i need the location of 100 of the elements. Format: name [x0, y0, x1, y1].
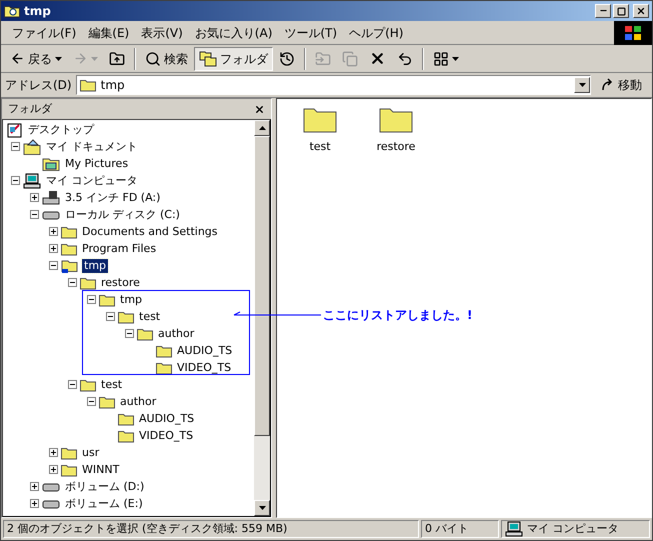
file-label[interactable]: test	[309, 139, 331, 156]
close-icon	[636, 6, 646, 16]
expand-toggle[interactable]	[49, 448, 58, 457]
folder-icon	[61, 462, 77, 476]
caret-icon[interactable]	[452, 56, 459, 60]
tree-item[interactable]: ボリューム (E:)	[63, 496, 145, 510]
tree-item[interactable]: tmp	[118, 292, 144, 306]
collapse-toggle[interactable]	[30, 210, 39, 219]
tree-item[interactable]: AUDIO_TS	[175, 344, 234, 358]
folder-icon	[156, 360, 172, 374]
tree-item[interactable]: test	[99, 378, 124, 392]
scrollbar[interactable]	[254, 120, 270, 516]
tree-item[interactable]: My Pictures	[63, 156, 130, 170]
go-button[interactable]: 移動	[595, 74, 648, 96]
forward-arrow-icon	[73, 51, 88, 66]
disk-drive-icon	[42, 208, 60, 220]
folder-icon	[118, 310, 134, 324]
toolbar-button[interactable]: 検索	[140, 46, 193, 70]
tree-item[interactable]: restore	[99, 276, 142, 290]
collapse-toggle[interactable]	[87, 295, 96, 304]
collapse-toggle[interactable]	[49, 261, 58, 270]
tree-item[interactable]: AUDIO_TS	[137, 412, 196, 426]
folder-icon	[156, 344, 172, 358]
close-button[interactable]	[633, 4, 649, 18]
toolbar-button[interactable]: フォルダ	[194, 46, 273, 70]
status-message: 2 個のオブジェクトを選択 (空きディスク領域: 559 MB)	[3, 520, 419, 538]
go-arrow-icon	[601, 78, 615, 92]
folder-icon	[99, 394, 115, 408]
folder-icon	[61, 446, 77, 460]
open-folder-icon	[61, 258, 79, 274]
tree-item[interactable]: マイ コンピュータ	[44, 174, 140, 188]
collapse-toggle[interactable]	[68, 278, 77, 287]
folder-search-icon	[4, 4, 20, 18]
folder-icon	[80, 78, 96, 92]
tree-item[interactable]: WINNT	[80, 462, 122, 476]
expand-toggle[interactable]	[30, 482, 39, 491]
tree-item[interactable]: test	[137, 310, 162, 324]
expand-toggle[interactable]	[49, 227, 58, 236]
floppy-drive-icon	[42, 190, 60, 206]
documents-folder-icon	[23, 138, 41, 154]
expand-toggle[interactable]	[49, 244, 58, 253]
copy-to-icon	[342, 50, 358, 66]
folder-icon	[80, 276, 96, 290]
menu-item[interactable]: お気に入り(A)	[190, 24, 278, 42]
folder-icon	[61, 224, 77, 238]
scroll-up-icon	[258, 126, 266, 130]
menu-item[interactable]: 編集(E)	[83, 24, 134, 42]
tree-item[interactable]: author	[156, 326, 196, 340]
tree-item[interactable]: ボリューム (D:)	[63, 480, 146, 494]
expand-toggle[interactable]	[30, 499, 39, 508]
tree-item[interactable]: VIDEO_TS	[137, 428, 196, 442]
dropdown-button[interactable]	[574, 77, 590, 93]
collapse-toggle[interactable]	[106, 312, 115, 321]
maximize-button[interactable]	[613, 4, 629, 18]
delete-icon	[369, 50, 386, 67]
minimize-button[interactable]	[595, 4, 611, 18]
caret-icon[interactable]	[55, 56, 62, 60]
tree-item[interactable]: ローカル ディスク (C:)	[63, 208, 182, 222]
file-label[interactable]: restore	[376, 139, 416, 156]
folder-icon	[137, 326, 153, 340]
caret-icon[interactable]	[578, 83, 586, 87]
collapse-toggle[interactable]	[11, 176, 20, 185]
tree-item[interactable]: マイ ドキュメント	[44, 140, 140, 154]
expand-toggle[interactable]	[30, 193, 39, 202]
tree-item[interactable]: tmp	[82, 258, 108, 272]
expand-toggle[interactable]	[49, 465, 58, 474]
computer-icon	[23, 172, 41, 188]
menu-item[interactable]: ツール(T)	[279, 24, 342, 42]
tree-item[interactable]: VIDEO_TS	[175, 360, 234, 374]
folder-icon	[61, 242, 77, 256]
menu-item[interactable]: ヘルプ(H)	[344, 24, 408, 42]
menu-item[interactable]: ファイル(F)	[7, 24, 82, 42]
tree-item[interactable]: author	[118, 394, 158, 408]
toolbar-button[interactable]: 戻る	[5, 46, 67, 70]
views-icon	[433, 50, 449, 66]
folders-icon	[199, 50, 217, 66]
folder-icon	[80, 378, 96, 392]
caret-icon[interactable]	[258, 506, 266, 510]
pictures-folder-icon	[42, 156, 60, 172]
search-icon	[145, 50, 161, 66]
collapse-toggle[interactable]	[11, 142, 20, 151]
collapse-toggle[interactable]	[125, 329, 134, 338]
close-icon[interactable]	[254, 104, 265, 114]
folder-icon	[118, 412, 134, 426]
address-field[interactable]: tmp	[76, 75, 591, 95]
tree-item[interactable]: デスクトップ	[26, 122, 96, 136]
menu-item[interactable]: 表示(V)	[136, 24, 188, 42]
tree-item[interactable]: 3.5 インチ FD (A:)	[63, 190, 162, 204]
status-size: 0 バイト	[421, 520, 499, 538]
tree-item[interactable]: usr	[80, 446, 102, 460]
folder-icon	[99, 292, 115, 306]
folder-up-icon	[109, 50, 125, 66]
undo-icon	[397, 50, 413, 66]
windows-logo-icon	[614, 20, 652, 44]
address-label: アドレス(D)	[5, 77, 72, 94]
tree-item[interactable]: Program Files	[80, 242, 158, 256]
tree-item[interactable]: Documents and Settings	[80, 224, 220, 238]
disk-drive-icon	[42, 480, 60, 492]
collapse-toggle[interactable]	[68, 380, 77, 389]
collapse-toggle[interactable]	[87, 397, 96, 406]
